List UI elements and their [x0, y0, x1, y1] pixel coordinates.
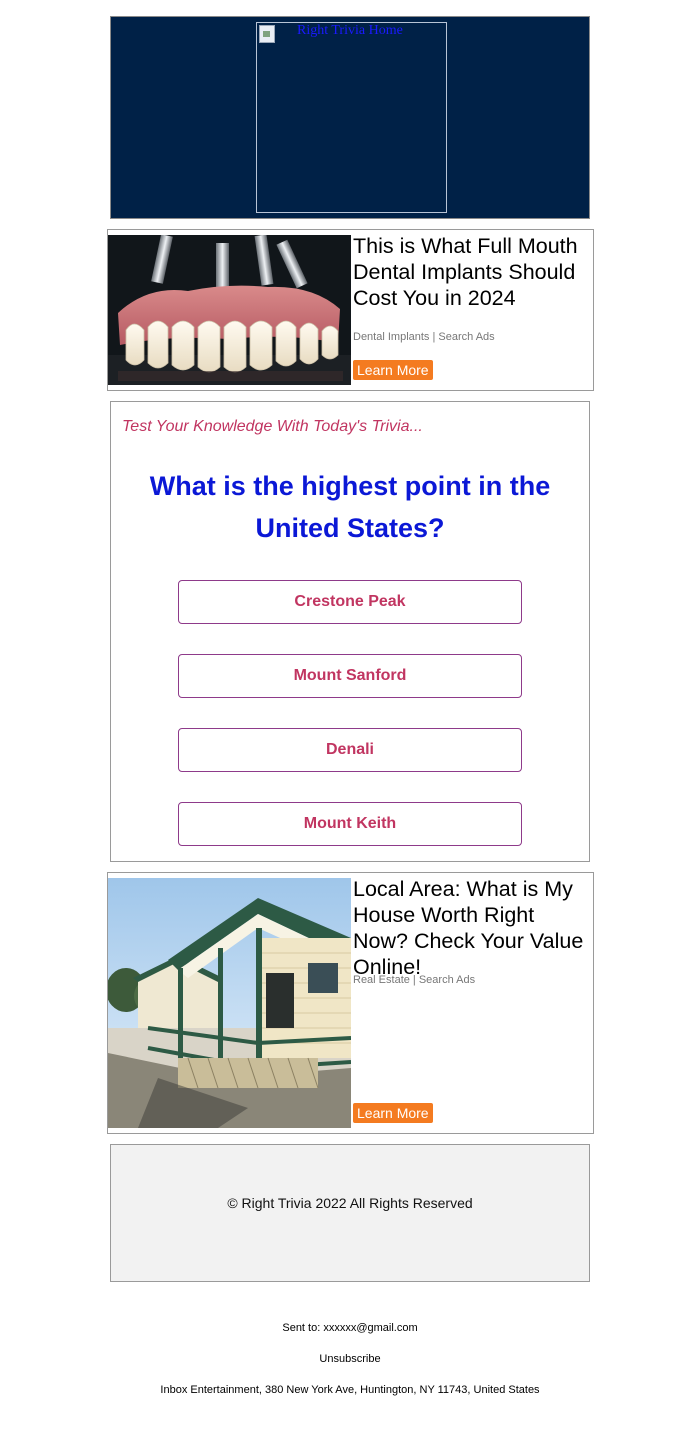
unsubscribe-link[interactable]: Unsubscribe	[0, 1353, 700, 1365]
ad-source-label: Dental Implants | Search Ads	[353, 331, 495, 343]
ad-headline[interactable]: This is What Full Mouth Dental Implants …	[353, 233, 591, 311]
answer-button-mount-keith[interactable]: Mount Keith	[178, 802, 522, 846]
footer-box: © Right Trivia 2022 All Rights Reserved	[110, 1144, 590, 1282]
copyright-text: © Right Trivia 2022 All Rights Reserved	[227, 1195, 473, 1211]
answer-button-denali[interactable]: Denali	[178, 728, 522, 772]
learn-more-button[interactable]: Learn More	[353, 1103, 433, 1123]
ad-headline[interactable]: Local Area: What is My House Worth Right…	[353, 876, 591, 980]
address-text: Inbox Entertainment, 380 New York Ave, H…	[160, 1384, 540, 1396]
house-image[interactable]	[108, 878, 351, 1128]
dental-implants-image[interactable]	[108, 235, 351, 385]
answer-button-crestone-peak[interactable]: Crestone Peak	[178, 580, 522, 624]
trivia-question: What is the highest point in the United …	[149, 471, 551, 543]
sent-to-text: Sent to: xxxxxx@gmail.com	[282, 1322, 418, 1334]
learn-more-button[interactable]: Learn More	[353, 360, 433, 380]
ad-source-label: Real Estate | Search Ads	[353, 974, 476, 986]
answer-button-mount-sanford[interactable]: Mount Sanford	[178, 654, 522, 698]
ad-card-dental[interactable]: This is What Full Mouth Dental Implants …	[107, 229, 594, 391]
email-header: Right Trivia Home	[110, 16, 590, 219]
broken-image-icon	[259, 25, 275, 43]
trivia-intro-text: Test Your Knowledge With Today's Trivia.…	[122, 418, 423, 435]
ad-card-real-estate[interactable]: Local Area: What is My House Worth Right…	[107, 872, 594, 1134]
logo-link[interactable]: Right Trivia Home	[256, 22, 447, 213]
trivia-card: Test Your Knowledge With Today's Trivia.…	[110, 401, 590, 862]
logo-alt-text[interactable]: Right Trivia Home	[297, 23, 403, 39]
